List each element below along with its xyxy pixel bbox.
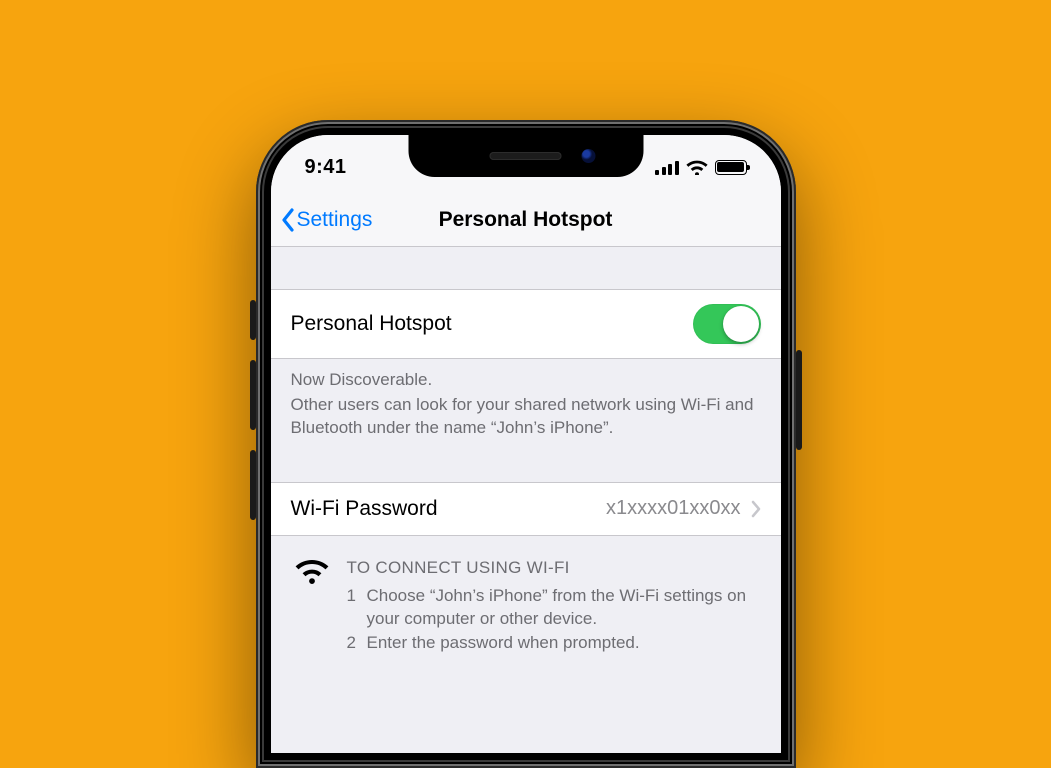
battery-icon: [715, 160, 747, 175]
status-right-cluster: [655, 159, 747, 175]
screen: 9:41 Settings Personal Hotspot: [270, 134, 782, 754]
silent-switch: [250, 300, 256, 340]
hotspot-toggle-row[interactable]: Personal Hotspot: [271, 289, 781, 359]
hotspot-footer-text: Now Discoverable. Other users can look f…: [271, 359, 781, 440]
chevron-left-icon: [281, 208, 295, 232]
side-button: [796, 350, 802, 450]
volume-down-button: [250, 450, 256, 520]
back-label: Settings: [297, 208, 373, 232]
notch: [408, 135, 643, 177]
instructions-heading: TO CONNECT USING WI-FI: [347, 556, 765, 580]
hotspot-toggle-label: Personal Hotspot: [291, 312, 452, 336]
volume-up-button: [250, 360, 256, 430]
discoverable-title: Now Discoverable.: [291, 369, 761, 392]
status-time: 9:41: [305, 156, 347, 179]
chevron-right-icon: [751, 500, 761, 518]
wifi-password-row[interactable]: Wi-Fi Password x1xxxx01xx0xx: [271, 482, 781, 536]
wifi-password-value: x1xxxx01xx0xx: [606, 497, 741, 520]
navigation-bar: Settings Personal Hotspot: [271, 193, 781, 247]
earpiece-speaker: [490, 152, 562, 160]
wifi-connect-instructions: TO CONNECT USING WI-FI 1 Choose “John’s …: [271, 536, 781, 655]
wifi-icon: [295, 558, 329, 584]
instruction-step-2: 2 Enter the password when prompted.: [347, 631, 765, 655]
wifi-icon: [686, 159, 708, 175]
hotspot-toggle[interactable]: [693, 304, 761, 344]
front-camera: [581, 149, 595, 163]
cellular-icon: [655, 160, 679, 175]
iphone-device-frame: 9:41 Settings Personal Hotspot: [256, 120, 796, 768]
discoverable-body: Other users can look for your shared net…: [291, 394, 761, 440]
wifi-password-label: Wi-Fi Password: [291, 497, 438, 521]
instruction-step-1: 1 Choose “John’s iPhone” from the Wi-Fi …: [347, 584, 765, 632]
back-button[interactable]: Settings: [281, 208, 373, 232]
toggle-knob: [723, 306, 759, 342]
